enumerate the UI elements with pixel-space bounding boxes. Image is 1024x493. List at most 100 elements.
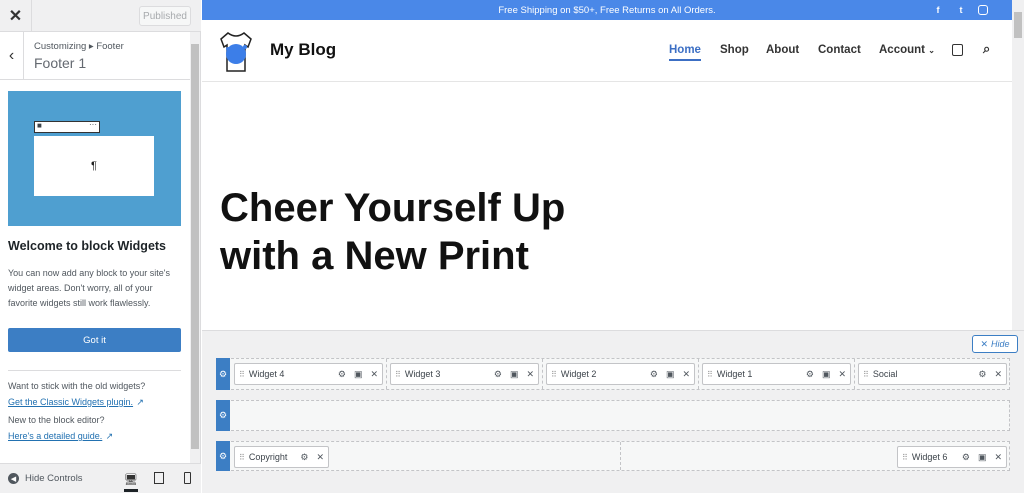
breadcrumb: Customizing ▸ Footer xyxy=(34,41,124,52)
widget-label: Widget 4 xyxy=(248,369,285,379)
tablet-icon xyxy=(154,472,164,484)
desktop-preview-button[interactable]: 🖥 xyxy=(124,470,138,492)
preview-scrollbar[interactable] xyxy=(1012,0,1024,330)
gear-icon[interactable]: ⚙ xyxy=(494,369,502,380)
widget-label: Widget 6 xyxy=(911,452,948,462)
footer-column[interactable]: ⠿ Widget 2 ⚙ ▣ ✕ xyxy=(543,359,699,389)
widget-item[interactable]: ⠿ Widget 4 ⚙ ▣ ✕ xyxy=(234,363,383,385)
widget-item[interactable]: ⠿ Social ⚙ ✕ xyxy=(858,363,1007,385)
footer-column[interactable]: ⠿ Social ⚙ ✕ xyxy=(855,359,1009,389)
hero-heading: Cheer Yourself Up with a New Print xyxy=(220,186,566,278)
got-it-button[interactable]: Got it xyxy=(8,328,181,352)
section-header: ‹ Customizing ▸ Footer Footer 1 xyxy=(0,32,190,80)
twitter-icon[interactable]: t xyxy=(955,4,967,16)
instagram-icon[interactable] xyxy=(978,5,988,15)
remove-icon[interactable]: ✕ xyxy=(994,452,1002,463)
hide-controls-button[interactable]: ◀ Hide Controls xyxy=(8,473,83,484)
facebook-icon[interactable]: f xyxy=(932,4,944,16)
block-widgets-illustration: ■ ··· ¶ xyxy=(8,91,181,226)
gear-icon[interactable]: ⚙ xyxy=(338,369,346,380)
sidebar-header: ✕ Published xyxy=(0,0,201,32)
hide-builder-button[interactable]: ✕ Hide xyxy=(972,335,1018,353)
footer-column[interactable]: ⠿ Widget 3 ⚙ ▣ ✕ xyxy=(387,359,543,389)
footer-column[interactable]: ⠿ Copyright ⚙ ✕ xyxy=(231,442,621,470)
remove-icon[interactable]: ✕ xyxy=(838,369,846,380)
remove-icon[interactable]: ✕ xyxy=(682,369,690,380)
gear-icon[interactable]: ⚙ xyxy=(650,369,658,380)
widget-label: Widget 2 xyxy=(560,369,597,379)
layout-icon[interactable]: ▣ xyxy=(978,452,987,463)
close-icon: ✕ xyxy=(8,8,23,25)
layout-icon[interactable]: ▣ xyxy=(510,369,519,380)
desktop-icon: 🖥 xyxy=(124,474,138,486)
widget-item[interactable]: ⠿ Widget 6 ⚙ ▣ ✕ xyxy=(897,446,1007,468)
widget-item[interactable]: ⠿ Copyright ⚙ ✕ xyxy=(234,446,329,468)
tablet-preview-button[interactable] xyxy=(152,470,166,486)
classic-question: Want to stick with the old widgets? xyxy=(8,381,146,391)
external-link-icon: ↗ xyxy=(105,431,114,441)
remove-icon[interactable]: ✕ xyxy=(526,369,534,380)
footer-row-bottom: ⚙ ⠿ Copyright ⚙ ✕ ⠿ Widget 6 ⚙ ▣ ✕ xyxy=(216,441,1010,471)
site-title[interactable]: My Blog xyxy=(270,40,336,60)
gear-icon: ⚙ xyxy=(218,450,228,461)
remove-icon[interactable]: ✕ xyxy=(370,369,378,380)
chevron-down-icon: ⌄ xyxy=(928,46,935,55)
drag-handle-icon[interactable]: ⠿ xyxy=(902,453,908,462)
widget-label: Widget 3 xyxy=(404,369,441,379)
tshirt-logo-icon[interactable] xyxy=(218,29,254,73)
gear-icon[interactable]: ⚙ xyxy=(978,369,986,380)
footer-column[interactable]: ⠿ Widget 1 ⚙ ▣ ✕ xyxy=(699,359,855,389)
back-button[interactable]: ‹ xyxy=(0,32,24,80)
guide-link[interactable]: Here's a detailed guide. xyxy=(8,431,102,441)
nav-shop[interactable]: Shop xyxy=(720,44,749,56)
gear-icon: ⚙ xyxy=(218,368,228,379)
remove-icon[interactable]: ✕ xyxy=(316,452,324,463)
layout-icon[interactable]: ▣ xyxy=(354,369,363,380)
nav-account[interactable]: Account ⌄ xyxy=(879,44,935,56)
paragraph-block-illustration: ¶ xyxy=(34,136,154,196)
widget-label: Copyright xyxy=(248,452,288,462)
mobile-preview-button[interactable] xyxy=(180,470,194,486)
block-toolbar-illustration: ■ ··· xyxy=(34,120,100,133)
layout-icon[interactable]: ▣ xyxy=(666,369,675,380)
drag-handle-icon[interactable]: ⠿ xyxy=(395,370,401,379)
row-settings-button[interactable]: ⚙ xyxy=(216,358,230,390)
widget-label: Widget 1 xyxy=(716,369,753,379)
chevron-left-icon: ‹ xyxy=(8,47,15,64)
footer-row-middle[interactable]: ⚙ xyxy=(216,400,1010,431)
widget-item[interactable]: ⠿ Widget 2 ⚙ ▣ ✕ xyxy=(546,363,695,385)
footer-builder: ✕ Hide ⚙ ⠿ Widget 4 ⚙ ▣ ✕ ⠿ Widget 3 ⚙ ▣ ✕ ⠿ Widge… xyxy=(202,330,1024,493)
hide-controls-label: Hide Controls xyxy=(25,473,83,484)
site-header: My Blog Home Shop About Contact Account … xyxy=(202,20,1012,82)
search-icon[interactable]: ⌕ xyxy=(983,41,990,57)
gear-icon[interactable]: ⚙ xyxy=(300,452,308,463)
nav-contact[interactable]: Contact xyxy=(818,44,861,56)
drag-handle-icon[interactable]: ⠿ xyxy=(551,370,557,379)
sidebar-footer: ◀ Hide Controls 🖥 xyxy=(0,463,201,493)
row-settings-button[interactable]: ⚙ xyxy=(216,441,230,471)
gear-icon: ⚙ xyxy=(218,410,228,420)
site-preview: Free Shipping on $50+, Free Returns on A… xyxy=(202,0,1024,330)
widget-item[interactable]: ⠿ Widget 3 ⚙ ▣ ✕ xyxy=(390,363,539,385)
footer-column[interactable]: ⠿ Widget 6 ⚙ ▣ ✕ xyxy=(621,442,1009,470)
gear-icon[interactable]: ⚙ xyxy=(962,452,970,463)
drag-handle-icon[interactable]: ⠿ xyxy=(239,453,245,462)
classic-widgets-link[interactable]: Get the Classic Widgets plugin. xyxy=(8,397,133,407)
drag-handle-icon[interactable]: ⠿ xyxy=(239,370,245,379)
footer-column[interactable]: ⠿ Widget 4 ⚙ ▣ ✕ xyxy=(231,359,387,389)
drag-handle-icon[interactable]: ⠿ xyxy=(707,370,713,379)
gear-icon[interactable]: ⚙ xyxy=(806,369,814,380)
nav-about[interactable]: About xyxy=(766,44,799,56)
remove-icon[interactable]: ✕ xyxy=(994,369,1002,380)
layout-icon[interactable]: ▣ xyxy=(822,369,831,380)
preview-scrollbar-thumb[interactable] xyxy=(1014,12,1022,38)
cart-icon[interactable] xyxy=(952,44,963,56)
close-customizer-button[interactable]: ✕ xyxy=(0,0,32,32)
sidebar-scrollbar-thumb[interactable] xyxy=(191,44,199,449)
drag-handle-icon[interactable]: ⠿ xyxy=(863,370,869,379)
nav-home[interactable]: Home xyxy=(669,44,701,61)
widget-item[interactable]: ⠿ Widget 1 ⚙ ▣ ✕ xyxy=(702,363,851,385)
published-button[interactable]: Published xyxy=(139,6,191,26)
row-settings-button[interactable]: ⚙ xyxy=(216,400,230,431)
welcome-heading: Welcome to block Widgets xyxy=(8,239,167,253)
